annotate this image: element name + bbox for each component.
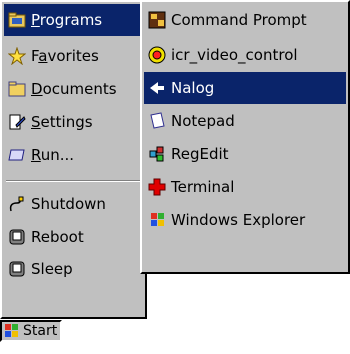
command-prompt-icon xyxy=(148,11,166,29)
start-menu-item-label: Reboot xyxy=(31,228,84,246)
programs-folder-icon xyxy=(8,11,26,29)
windows-explorer-icon xyxy=(148,211,166,229)
program-label: Windows Explorer xyxy=(171,211,306,229)
documents-folder-icon xyxy=(8,80,26,98)
nalog-icon xyxy=(148,79,166,97)
reboot-icon xyxy=(8,228,26,246)
program-windows-explorer[interactable]: Windows Explorer xyxy=(144,204,346,236)
start-button[interactable]: Start xyxy=(0,320,62,342)
program-command-prompt[interactable]: Command Prompt xyxy=(144,4,346,36)
start-menu-item-sleep[interactable]: Sleep xyxy=(4,253,143,285)
program-label: Nalog xyxy=(171,79,215,97)
menu-separator xyxy=(6,180,141,182)
settings-icon xyxy=(8,113,26,131)
start-menu-item-reboot[interactable]: Reboot xyxy=(4,221,143,253)
favorites-star-icon xyxy=(8,47,26,65)
program-regedit[interactable]: RegEdit xyxy=(144,138,346,170)
program-label: Command Prompt xyxy=(171,11,307,29)
start-menu-item-label: Documents xyxy=(31,80,117,98)
start-menu-item-label: Shutdown xyxy=(31,195,106,213)
start-menu-item-programs[interactable]: Programs xyxy=(4,4,143,36)
start-button-label: Start xyxy=(23,323,58,339)
notepad-icon xyxy=(148,112,166,130)
program-nalog[interactable]: Nalog xyxy=(144,72,346,104)
run-icon xyxy=(8,146,26,164)
start-menu-item-label: Favorites xyxy=(31,47,99,65)
program-notepad[interactable]: Notepad xyxy=(144,105,346,137)
program-terminal[interactable]: Terminal xyxy=(144,171,346,203)
start-menu-item-label: Programs xyxy=(31,11,103,29)
video-control-icon xyxy=(148,46,166,64)
shutdown-icon xyxy=(8,195,26,213)
sleep-icon xyxy=(8,260,26,278)
start-menu: Programs Favorites Documents Settings Ru… xyxy=(0,0,147,319)
start-menu-item-documents[interactable]: Documents xyxy=(4,73,143,105)
program-label: icr_video_control xyxy=(171,46,298,64)
start-menu-item-label: Run... xyxy=(31,146,75,164)
program-label: RegEdit xyxy=(171,145,229,163)
windows-flag-icon xyxy=(4,323,20,339)
start-menu-item-label: Sleep xyxy=(31,260,73,278)
program-label: Notepad xyxy=(171,112,235,130)
start-menu-item-favorites[interactable]: Favorites xyxy=(4,40,143,72)
program-icr-video-control[interactable]: icr_video_control xyxy=(144,39,346,71)
start-menu-item-run[interactable]: Run... xyxy=(4,139,143,171)
program-label: Terminal xyxy=(171,178,235,196)
regedit-icon xyxy=(148,145,166,163)
start-menu-item-shutdown[interactable]: Shutdown xyxy=(4,188,143,220)
start-menu-item-settings[interactable]: Settings xyxy=(4,106,143,138)
start-menu-item-label: Settings xyxy=(31,113,93,131)
programs-submenu: Command Prompt icr_video_control Nalog N… xyxy=(140,0,350,274)
terminal-icon xyxy=(148,178,166,196)
